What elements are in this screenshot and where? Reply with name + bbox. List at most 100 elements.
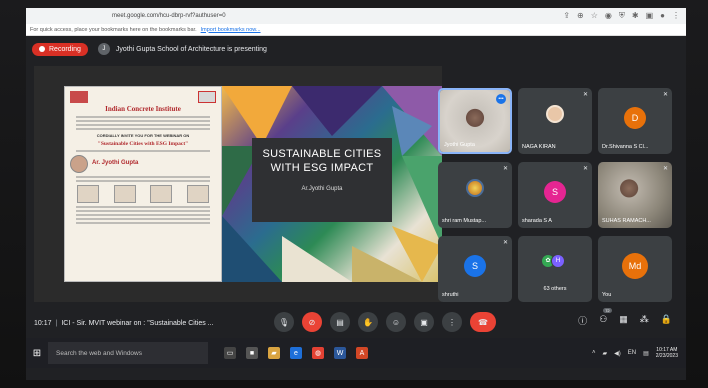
participant-initial: S — [544, 181, 566, 204]
emoji-icon[interactable]: ☺ — [386, 312, 406, 332]
mic-off-icon: ✕ — [662, 92, 668, 98]
self-initial: Md — [622, 253, 648, 280]
clock-date: 2/23/2023 — [655, 353, 678, 359]
speaker-block: Ar. Jyothi Gupta — [70, 154, 216, 173]
taskbar-search[interactable]: Search the web and Windows — [48, 342, 208, 364]
more-options-icon[interactable]: ••• — [496, 94, 506, 104]
record-dot-icon — [39, 46, 45, 52]
participant-name: shruthi — [442, 292, 459, 298]
participant-initial: D — [624, 107, 646, 130]
institute-logo-icon — [70, 91, 88, 103]
notification-icon[interactable]: ▤ — [643, 350, 649, 357]
participant-tile[interactable]: S ✕ sharada S A — [518, 162, 592, 228]
microphone-icon[interactable]: 🎙 — [274, 312, 294, 332]
camera-off-icon[interactable]: ⊘ — [302, 312, 322, 332]
presenter-text: Jyothi Gupta School of Architecture is p… — [115, 45, 267, 53]
screen: meet.google.com/hcu-dbrp-rvf?authuser=0 … — [26, 8, 686, 380]
extension-icon[interactable]: ◉ — [605, 11, 612, 21]
more-options-icon[interactable]: ⋮ — [442, 312, 462, 332]
chrome-icon[interactable]: ◍ — [312, 347, 324, 359]
profile-photo — [466, 179, 484, 198]
webinar-poster: Indian Concrete Institute CORDIALLY INVI… — [64, 86, 222, 282]
slide-main-title: SUSTAINABLE CITIES WITH ESG IMPACT — [262, 148, 382, 174]
present-icon[interactable]: ▣ — [414, 312, 434, 332]
chevron-up-icon[interactable]: ˄ — [592, 350, 596, 356]
monitor-frame: meet.google.com/hcu-dbrp-rvf?authuser=0 … — [0, 0, 708, 388]
zoom-icon[interactable]: ⊕ — [577, 11, 584, 21]
address-bar[interactable]: meet.google.com/hcu-dbrp-rvf?authuser=0 — [112, 13, 226, 19]
participant-name: SUHAS RAMACH... — [602, 218, 651, 224]
presenter-banner: J Jyothi Gupta School of Architecture is… — [97, 43, 267, 55]
shared-screen: Indian Concrete Institute CORDIALLY INVI… — [34, 66, 442, 302]
participant-tile[interactable]: ✕ shri ram Mustap... — [438, 162, 512, 228]
import-bookmarks-link[interactable]: Import bookmarks now... — [201, 27, 261, 33]
participant-tile[interactable]: S ✕ shruthi — [438, 236, 512, 302]
call-controls: 🎙 ⊘ ▤ ✋ ☺ ▣ ⋮ ☎ — [274, 312, 496, 332]
language-icon[interactable]: EN — [628, 350, 636, 356]
captions-icon[interactable]: ▤ — [330, 312, 350, 332]
participant-name: You — [602, 292, 612, 298]
poster-invite: CORDIALLY INVITE YOU FOR THE WEBINAR ON — [96, 132, 190, 138]
windows-start-icon[interactable]: ⊞ — [26, 338, 48, 368]
bookmarks-bar: For quick access, place your bookmarks h… — [26, 24, 686, 36]
bookmark-star-icon[interactable]: ☆ — [591, 11, 598, 21]
system-tray: ˄ ▰ ◀) EN ▤ 10:17 AM 2/23/2023 — [592, 347, 686, 360]
title-card: SUSTAINABLE CITIES WITH ESG IMPACT Ar.Jy… — [252, 138, 392, 222]
poster-topic: "Sustainable Cities with ESG Impact" — [97, 140, 189, 147]
activities-icon[interactable]: ⁂ — [640, 314, 649, 327]
task-view-icon[interactable]: ▭ — [224, 347, 236, 359]
self-tile[interactable]: Md You — [598, 236, 672, 302]
meeting-time: 10:17 — [34, 319, 52, 327]
participant-initial: S — [464, 255, 486, 278]
mic-off-icon: ✕ — [582, 166, 588, 172]
folder-icon[interactable]: ▰ — [268, 347, 280, 359]
word-icon[interactable]: W — [334, 347, 346, 359]
puzzle-icon[interactable]: ✱ — [632, 11, 639, 21]
windows-taskbar: ⊞ Search the web and Windows ▭ ■ ▰ e ◍ W… — [26, 338, 686, 368]
host-controls-icon[interactable]: 🔒 — [661, 314, 672, 327]
recording-label: Recording — [49, 45, 81, 53]
participant-name: sharada S A — [522, 218, 552, 224]
file-explorer-icon[interactable]: ■ — [246, 347, 258, 359]
speaker-photo — [70, 154, 88, 173]
profile-photo — [546, 105, 564, 124]
mic-off-icon: ✕ — [502, 240, 508, 246]
search-placeholder: Search the web and Windows — [56, 349, 142, 357]
others-tile[interactable]: ✿ H 63 others — [518, 236, 592, 302]
volume-icon[interactable]: ◀) — [614, 350, 621, 357]
menu-kebab-icon[interactable]: ⋮ — [672, 11, 680, 21]
edge-icon[interactable]: e — [290, 347, 302, 359]
mic-off-icon: ✕ — [662, 166, 668, 172]
browser-extension-icons: ⇪ ⊕ ☆ ◉ ⛨ ✱ ▣ ● ⋮ — [563, 11, 680, 21]
participant-name: Dr.Shivanna S Cl... — [602, 144, 649, 150]
recording-indicator[interactable]: Recording — [32, 42, 88, 56]
leave-call-icon[interactable]: ☎ — [470, 312, 496, 332]
people-icon[interactable]: 72 ⚇ — [599, 308, 612, 327]
meet-header: Recording J Jyothi Gupta School of Archi… — [26, 36, 686, 62]
college-logo-icon — [198, 91, 216, 103]
participant-tile[interactable]: ✕ SUHAS RAMACH... — [598, 162, 672, 228]
participant-tile[interactable]: ••• Jyothi Gupta — [438, 88, 512, 154]
taskbar-apps: ▭ ■ ▰ e ◍ W A — [224, 347, 368, 359]
raise-hand-icon[interactable]: ✋ — [358, 312, 378, 332]
participant-tile[interactable]: D ✕ Dr.Shivanna S Cl... — [598, 88, 672, 154]
info-icon[interactable]: ⓘ — [578, 314, 587, 327]
mic-off-icon: ✕ — [582, 92, 588, 98]
taskbar-clock[interactable]: 10:17 AM 2/23/2023 — [656, 347, 678, 360]
profile-icon[interactable]: ● — [660, 11, 665, 21]
person-icon: H — [551, 254, 565, 269]
chat-icon[interactable]: ▦ — [619, 314, 628, 327]
pdf-icon[interactable]: A — [356, 347, 368, 359]
sidebar-icon[interactable]: ▣ — [646, 11, 654, 21]
share-icon[interactable]: ⇪ — [563, 11, 570, 21]
participant-name: shri ram Mustap... — [442, 218, 487, 224]
side-controls: ⓘ 72 ⚇ ▦ ⁂ 🔒 — [578, 308, 672, 327]
participant-name: Jyothi Gupta — [444, 142, 475, 148]
slide-author: Ar.Jyothi Gupta — [301, 185, 343, 192]
people-count: 72 — [603, 308, 612, 313]
participant-tile[interactable]: ✕ NAGA KIRAN — [518, 88, 592, 154]
poster-speaker: Ar. Jyothi Gupta — [92, 159, 139, 166]
shield-icon[interactable]: ⛨ — [619, 11, 625, 21]
network-icon[interactable]: ▰ — [602, 350, 607, 357]
meet-control-bar: 10:17 | ICI - Sir. MVIT webinar on : "Su… — [26, 308, 686, 338]
